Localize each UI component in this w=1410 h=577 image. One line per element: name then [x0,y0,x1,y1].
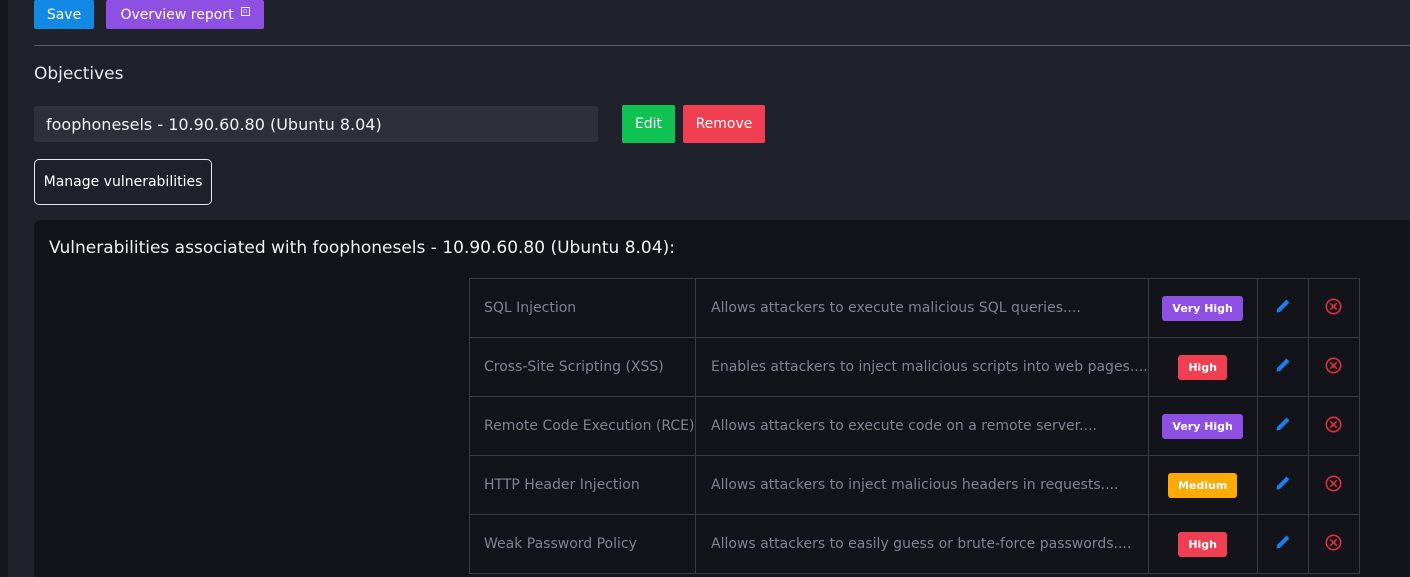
pencil-icon[interactable] [1275,416,1291,432]
save-button[interactable]: Save [34,0,94,29]
delete-icon[interactable] [1325,475,1342,492]
delete-cell [1307,455,1360,515]
delete-cell [1307,278,1360,338]
table-row: HTTP Header Injection Allows attackers to… [469,455,1360,515]
edit-cell [1256,278,1309,338]
delete-icon[interactable] [1325,357,1342,374]
manage-vulnerabilities-button[interactable]: Manage vulnerabilities [34,159,212,205]
pencil-icon[interactable] [1275,357,1291,373]
severity-cell: High [1147,337,1258,397]
severity-badge: High [1178,354,1227,380]
vulnerabilities-panel: Vulnerabilities associated with foophone… [34,220,1410,577]
divider [34,45,1410,46]
pencil-icon[interactable] [1275,298,1291,314]
remove-objective-button[interactable]: Remove [683,105,765,143]
vuln-description: Allows attackers to inject malicious hea… [695,455,1149,515]
vuln-description: Enables attackers to inject malicious sc… [695,337,1149,397]
severity-cell: High [1147,514,1258,574]
objective-field[interactable]: foophonesels - 10.90.60.80 (Ubuntu 8.04) [34,106,598,142]
sidebar-edge [0,0,8,577]
table-row: Weak Password Policy Allows attackers to … [469,514,1360,574]
pencil-icon[interactable] [1275,534,1291,550]
severity-cell: Very High [1147,396,1258,456]
vuln-name: SQL Injection [469,278,696,338]
delete-icon[interactable] [1325,416,1342,433]
vulnerabilities-heading: Vulnerabilities associated with foophone… [49,238,675,258]
delete-cell [1307,514,1360,574]
vuln-description: Allows attackers to execute code on a re… [695,396,1149,456]
severity-badge: Very High [1162,413,1243,439]
severity-badge: High [1178,531,1227,557]
edit-cell [1256,514,1309,574]
external-link-icon: ▫ [240,7,250,16]
vuln-description: Allows attackers to execute malicious SQ… [695,278,1149,338]
edit-cell [1256,455,1309,515]
objectives-title: Objectives [34,64,124,84]
table-row: Remote Code Execution (RCE) Allows attack… [469,396,1360,456]
table-row: Cross-Site Scripting (XSS) Enables attack… [469,337,1360,397]
edit-cell [1256,337,1309,397]
severity-cell: Medium [1147,455,1258,515]
table-row: SQL Injection Allows attackers to execute… [469,278,1360,338]
vuln-name: HTTP Header Injection [469,455,696,515]
delete-icon[interactable] [1325,298,1342,315]
overview-report-button[interactable]: Overview report ▫ [106,0,264,29]
edit-cell [1256,396,1309,456]
severity-badge: Medium [1167,472,1238,498]
vuln-description: Allows attackers to easily guess or brut… [695,514,1149,574]
severity-badge: Very High [1162,295,1243,321]
vuln-name: Weak Password Policy [469,514,696,574]
vuln-name: Remote Code Execution (RCE) [469,396,696,456]
severity-cell: Very High [1147,278,1258,338]
delete-cell [1307,337,1360,397]
pencil-icon[interactable] [1275,475,1291,491]
delete-cell [1307,396,1360,456]
vulnerabilities-table: SQL Injection Allows attackers to execute… [469,278,1360,574]
vuln-name: Cross-Site Scripting (XSS) [469,337,696,397]
delete-icon[interactable] [1325,534,1342,551]
overview-report-label: Overview report [120,6,234,23]
edit-objective-button[interactable]: Edit [622,105,675,143]
